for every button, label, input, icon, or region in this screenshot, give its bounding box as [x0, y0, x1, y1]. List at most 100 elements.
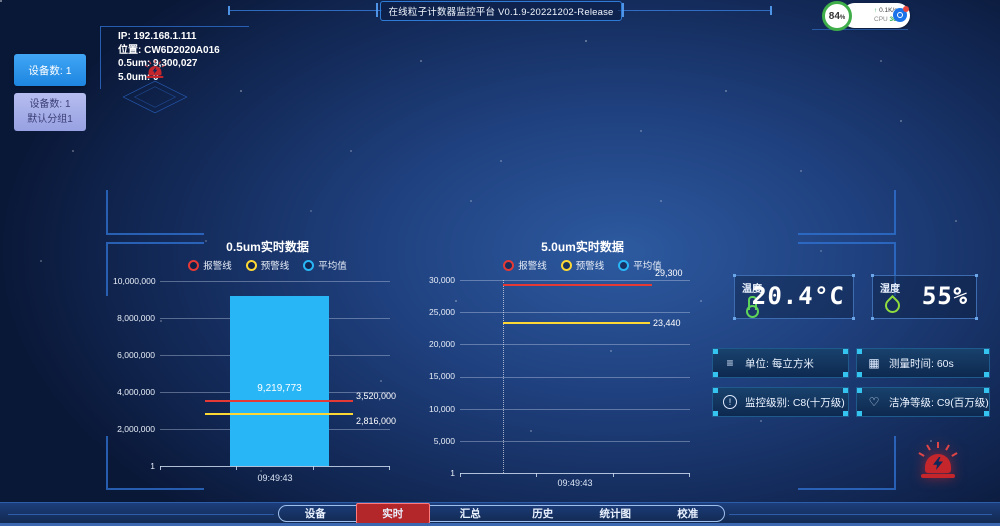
system-monitor-widget[interactable]: ↑ 0.1K/s CPU 36°C	[842, 3, 910, 28]
group-button[interactable]: 设备数: 1 默认分组1	[14, 93, 86, 131]
temperature-value: 20.4°C	[752, 282, 846, 310]
nav-item-devices[interactable]: 设备	[279, 506, 352, 521]
nav-line-right	[729, 514, 992, 515]
tile-measure-time-label: 测量时间: 60s	[889, 356, 954, 371]
x-tick-label: 09:49:43	[225, 473, 325, 483]
alarm-line-label: 3,520,000	[356, 391, 396, 401]
alarm-line	[503, 284, 652, 286]
ytick: 6,000,000	[113, 350, 155, 360]
bracket-bottom-right	[798, 436, 896, 490]
alarm-ray	[951, 452, 957, 457]
ytick: 8,000,000	[113, 313, 155, 323]
nav-item-summary[interactable]: 汇总	[434, 506, 507, 521]
legend-warn-line[interactable]: 预警线	[246, 258, 290, 272]
title-left-notch	[376, 3, 378, 17]
ytick: 4,000,000	[113, 387, 155, 397]
tile-clean-level: ♡ 洁净等级: C9(百万级)	[856, 387, 990, 417]
legend-blue-marker-icon	[618, 260, 629, 271]
humidity-panel: 湿度 55%	[872, 275, 977, 319]
device-count-button[interactable]: 设备数: 1	[14, 54, 86, 86]
alarm-line-label: 29,300	[655, 268, 683, 278]
tile-monitor-level-label: 监控级别: C8(十万级)	[745, 395, 845, 410]
chart-50um-title: 5.0um实时数据	[440, 238, 725, 255]
nav-item-history[interactable]: 历史	[507, 506, 580, 521]
alarm-ray	[918, 452, 924, 457]
ytick: 10,000	[413, 404, 455, 414]
device-ip: IP: 192.168.1.111	[118, 30, 220, 44]
nav-item-calibration[interactable]: 校准	[652, 506, 725, 521]
shield-icon: ♡	[867, 395, 881, 409]
category-marker-line	[503, 280, 504, 473]
ytick: 30,000	[413, 275, 455, 285]
x-axis	[160, 466, 390, 467]
legend-red-marker-icon	[503, 260, 514, 271]
alarm-ray	[145, 65, 148, 67]
device-location: 位置: CW6D2020A016	[118, 44, 220, 58]
ytick: 1	[413, 468, 455, 478]
nav-stadium: 设备 实时 汇总 历史 统计图 校准	[278, 505, 725, 522]
ytick: 25,000	[413, 307, 455, 317]
ytick: 2,000,000	[113, 424, 155, 434]
bar-value-label: 9,219,773	[230, 383, 329, 394]
page-title: 在线粒子计数器监控平台 V0.1.9-20221202-Release	[380, 1, 622, 21]
alarm-ray	[155, 60, 156, 63]
chart-05um-legend: 报警线 预警线 平均值	[125, 258, 410, 272]
tile-measure-time: ▦ 测量时间: 60s	[856, 348, 990, 378]
device-platform-icon	[132, 86, 178, 109]
net-up-arrow-icon: ↑	[874, 7, 877, 14]
top-line-left-cap	[228, 6, 230, 15]
info-icon: !	[723, 395, 737, 409]
widget-underline	[812, 29, 908, 30]
warn-line	[503, 322, 650, 324]
device-info-panel: IP: 192.168.1.111 位置: CW6D2020A016 0.5um…	[118, 30, 220, 84]
memory-percent-value: 84	[829, 11, 840, 22]
nav-item-realtime[interactable]: 实时	[356, 503, 431, 524]
legend-average[interactable]: 平均值	[303, 258, 347, 272]
legend-alarm-line[interactable]: 报警线	[503, 258, 547, 272]
alarm-base	[921, 474, 955, 478]
ytick: 1	[113, 461, 155, 471]
gridline	[460, 344, 690, 345]
nav-line-left	[8, 514, 274, 515]
alarm-ray	[937, 442, 939, 448]
legend-yellow-marker-icon	[561, 260, 572, 271]
gridline	[460, 441, 690, 442]
calendar-icon: ▦	[867, 356, 881, 370]
top-line-right	[618, 10, 770, 11]
nav-item-charts[interactable]: 统计图	[579, 506, 652, 521]
device-alarm-icon	[144, 60, 166, 80]
humidity-value: 55%	[921, 282, 969, 310]
bracket-top-left-upper	[106, 190, 204, 235]
droplet-icon	[882, 295, 903, 316]
tile-unit: ≡ 单位: 每立方米	[712, 348, 849, 378]
legend-alarm-line[interactable]: 报警线	[188, 258, 232, 272]
legend-warn-line[interactable]: 预警线	[561, 258, 605, 272]
gridline	[460, 280, 690, 281]
bracket-top-right-upper	[798, 190, 896, 235]
ytick: 10,000,000	[113, 276, 155, 286]
legend-label: 预警线	[576, 258, 605, 272]
bar-05um[interactable]: 9,219,773	[230, 296, 329, 466]
cpu-label: CPU	[874, 16, 888, 23]
gridline	[160, 281, 390, 282]
alarm-ray	[149, 61, 151, 64]
gridline	[460, 312, 690, 313]
notification-dot	[903, 6, 909, 12]
chart-05um-title: 0.5um实时数据	[125, 238, 410, 255]
x-axis	[460, 473, 690, 474]
legend-label: 报警线	[518, 258, 547, 272]
legend-label: 平均值	[318, 258, 347, 272]
x-tick-label: 09:49:43	[525, 478, 625, 488]
device-count-50um: 5.0um: 0	[118, 71, 220, 85]
warn-line-label: 23,440	[653, 318, 681, 328]
layers-icon: ≡	[723, 356, 737, 370]
alarm-ray	[162, 65, 165, 67]
title-right-notch	[622, 3, 624, 17]
ytick: 20,000	[413, 339, 455, 349]
chart-50um: 5.0um实时数据 报警线 预警线 平均值 30,000 25,000 20,0…	[440, 236, 725, 488]
warn-line	[205, 413, 353, 415]
memory-percent-sign: %	[840, 15, 845, 21]
memory-percent-badge[interactable]: 84%	[822, 1, 852, 31]
alarm-indicator-icon[interactable]	[916, 442, 960, 482]
dashboard-screen: 在线粒子计数器监控平台 V0.1.9-20221202-Release ↑ 0.…	[0, 0, 1000, 526]
